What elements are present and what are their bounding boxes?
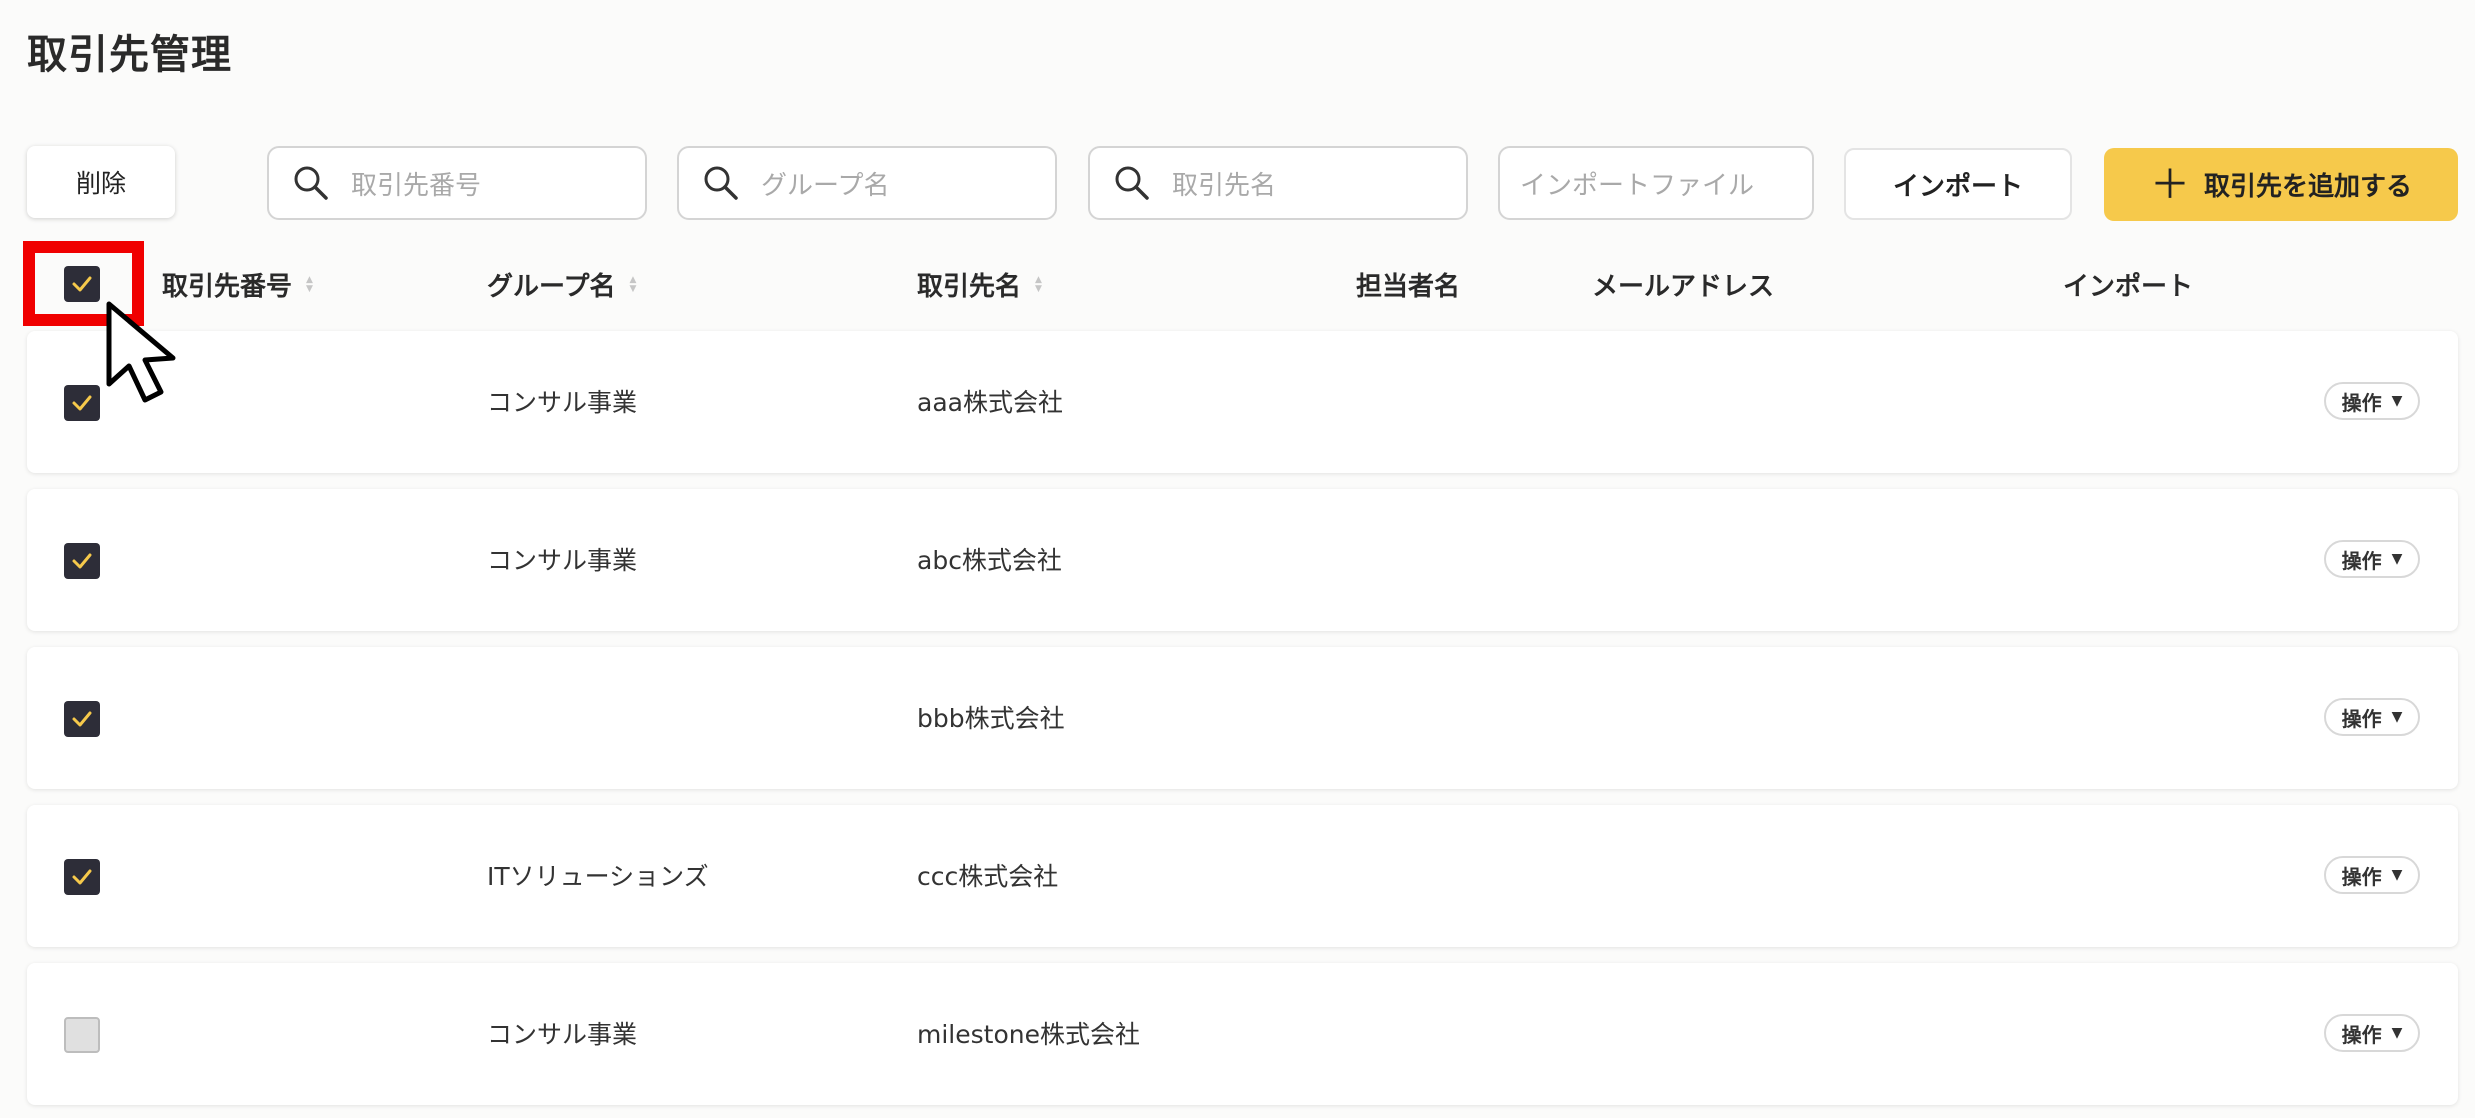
table-row[interactable]: bbb株式会社 操作 ▼ xyxy=(27,647,2458,789)
import-file-input[interactable]: インポートファイル xyxy=(1498,146,1814,220)
sort-icon[interactable]: ▲ ▼ xyxy=(1035,275,1042,294)
add-partner-label: 取引先を追加する xyxy=(2203,172,2412,202)
header-contact: 担当者名 xyxy=(1356,272,1461,302)
caret-down-icon: ▼ xyxy=(2391,551,2403,567)
row-checkbox[interactable] xyxy=(64,701,100,737)
header-import: インポート xyxy=(2063,272,2194,302)
table-row[interactable]: コンサル事業 milestone株式会社 操作 ▼ xyxy=(27,963,2458,1105)
sort-icon[interactable]: ▲ ▼ xyxy=(306,275,313,294)
sort-icon[interactable]: ▲ ▼ xyxy=(629,275,636,294)
add-partner-button[interactable]: ＋ 取引先を追加する xyxy=(2104,148,2458,221)
row-name: abc株式会社 xyxy=(917,546,1062,575)
search-group-input[interactable]: グループ名 xyxy=(677,146,1057,220)
search-icon xyxy=(1110,161,1154,205)
table-header: 取引先番号 ▲ ▼ グループ名 ▲ ▼ 取引先名 ▲ ▼ 担当者名 メールアドレス イ… xyxy=(0,250,2475,314)
check-icon xyxy=(72,553,92,569)
row-name: milestone株式会社 xyxy=(917,1020,1140,1049)
caret-down-icon: ▼ xyxy=(2391,709,2403,725)
plus-icon: ＋ xyxy=(2149,161,2190,208)
row-name: ccc株式会社 xyxy=(917,862,1059,891)
import-button[interactable]: インポート xyxy=(1844,148,2072,220)
row-checkbox[interactable] xyxy=(64,543,100,579)
import-file-placeholder: インポートファイル xyxy=(1520,170,1755,201)
check-icon xyxy=(72,869,92,885)
table-row[interactable]: ITソリューションズ ccc株式会社 操作 ▼ xyxy=(27,805,2458,947)
delete-button[interactable]: 削除 xyxy=(27,146,175,218)
search-name-placeholder: 取引先名 xyxy=(1172,170,1277,201)
header-email: メールアドレス xyxy=(1592,272,1775,302)
row-checkbox[interactable] xyxy=(64,1017,100,1053)
header-name[interactable]: 取引先名 ▲ ▼ xyxy=(917,266,1042,303)
search-icon xyxy=(289,161,333,205)
search-icon xyxy=(699,161,743,205)
row-checkbox[interactable] xyxy=(64,859,100,895)
table-row[interactable]: コンサル事業 aaa株式会社 操作 ▼ xyxy=(27,331,2458,473)
row-action-button[interactable]: 操作 ▼ xyxy=(2324,856,2420,894)
row-action-button[interactable]: 操作 ▼ xyxy=(2324,382,2420,420)
row-checkbox[interactable] xyxy=(64,385,100,421)
cursor-icon xyxy=(106,301,176,403)
row-group: コンサル事業 xyxy=(487,1020,638,1049)
row-name: aaa株式会社 xyxy=(917,388,1063,417)
check-icon xyxy=(72,711,92,727)
search-number-input[interactable]: 取引先番号 xyxy=(267,146,647,220)
search-number-placeholder: 取引先番号 xyxy=(351,170,482,201)
search-name-input[interactable]: 取引先名 xyxy=(1088,146,1468,220)
caret-down-icon: ▼ xyxy=(2391,393,2403,409)
page-title: 取引先管理 xyxy=(27,32,232,78)
check-icon xyxy=(72,395,92,411)
row-action-button[interactable]: 操作 ▼ xyxy=(2324,1014,2420,1052)
table-row[interactable]: コンサル事業 abc株式会社 操作 ▼ xyxy=(27,489,2458,631)
caret-down-icon: ▼ xyxy=(2391,1025,2403,1041)
row-group: コンサル事業 xyxy=(487,546,638,575)
header-number[interactable]: 取引先番号 ▲ ▼ xyxy=(162,266,313,303)
header-group[interactable]: グループ名 ▲ ▼ xyxy=(487,266,636,303)
row-group: コンサル事業 xyxy=(487,388,638,417)
row-action-button[interactable]: 操作 ▼ xyxy=(2324,698,2420,736)
row-action-button[interactable]: 操作 ▼ xyxy=(2324,540,2420,578)
row-group: ITソリューションズ xyxy=(487,862,709,891)
row-name: bbb株式会社 xyxy=(917,704,1065,733)
search-group-placeholder: グループ名 xyxy=(761,170,890,201)
caret-down-icon: ▼ xyxy=(2391,867,2403,883)
